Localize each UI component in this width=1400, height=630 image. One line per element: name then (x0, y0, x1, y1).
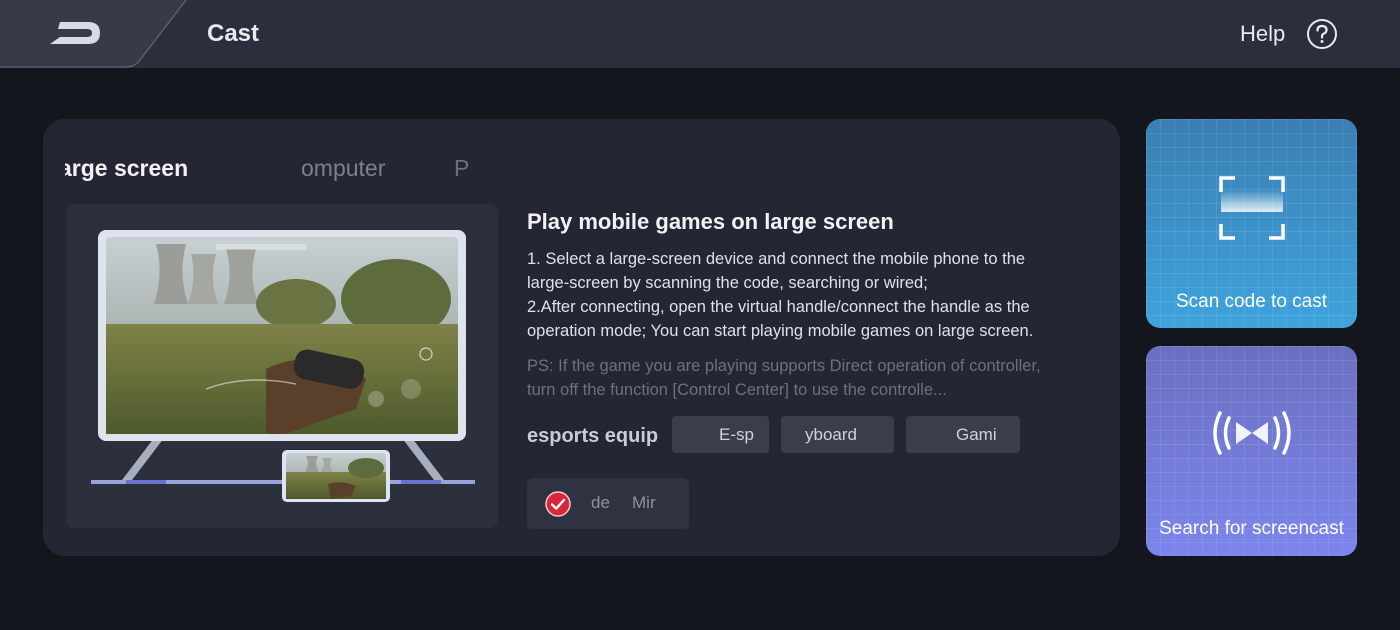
chip-gaming-label: Gami (956, 425, 997, 444)
search-screencast-label: Search for screencast (1159, 518, 1344, 539)
chip-esports-label: E-sp (719, 425, 754, 444)
scan-code-button[interactable]: Scan code to cast (1146, 119, 1357, 328)
ps-text: PS: If the game you are playing supports… (527, 357, 1041, 399)
tab-large-screen[interactable]: arge screen (65, 155, 188, 182)
tab-third[interactable]: P (454, 155, 469, 182)
mode-label-2: Mir (632, 493, 656, 512)
info-step-2: 2.After connecting, open the virtual han… (527, 298, 1034, 340)
back-button[interactable] (0, 0, 190, 68)
info-ps-note: PS: If the game you are playing supports… (527, 354, 1057, 402)
search-screencast-button[interactable]: Search for screencast (1146, 346, 1357, 556)
esports-equipment-label: esports equip (527, 425, 659, 447)
mode-label-1: de (591, 493, 610, 512)
tab-computer[interactable]: omputer (301, 155, 385, 182)
question-circle-icon[interactable] (1306, 18, 1338, 50)
info-title: Play mobile games on large screen (527, 209, 894, 234)
chip-keyboard[interactable]: yboard (781, 416, 894, 453)
page-title: Cast (207, 20, 260, 47)
chip-esports[interactable]: E-sp (672, 416, 769, 453)
mode-selector[interactable]: de Mir (527, 478, 689, 529)
top-bar: Cast Help (0, 0, 1400, 68)
scan-frame-icon (1219, 176, 1285, 240)
chip-gaming[interactable]: Gami (906, 416, 1020, 453)
cast-mode-card: arge screen omputer P Play mobile games … (43, 119, 1120, 556)
info-steps: 1. Select a large-screen device and conn… (527, 247, 1067, 343)
chip-keyboard-label: yboard (805, 425, 857, 444)
scan-code-label: Scan code to cast (1175, 291, 1328, 312)
mode-tabs: arge screen omputer P (65, 155, 485, 187)
tv-illustration (66, 204, 498, 528)
check-circle-icon[interactable] (545, 491, 571, 517)
info-step-1: 1. Select a large-screen device and conn… (527, 250, 1026, 292)
broadcast-icon (1210, 408, 1294, 458)
help-label[interactable]: Help (1240, 21, 1285, 47)
